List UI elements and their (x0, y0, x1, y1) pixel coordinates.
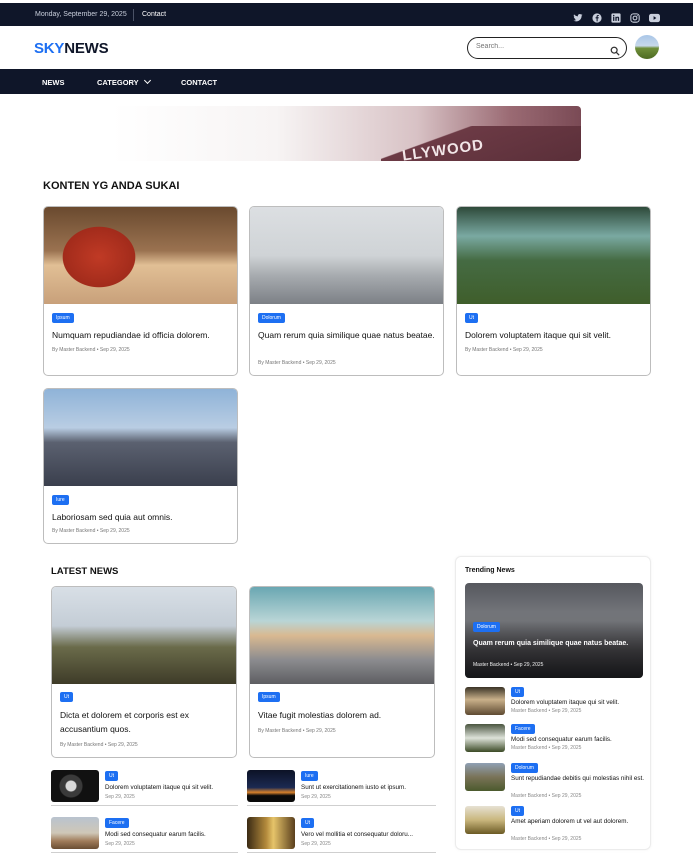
article-image (250, 207, 443, 304)
section-title: KONTEN YG ANDA SUKAI (43, 180, 180, 192)
list-item-title[interactable]: Modi sed consequatur earum facilis. (105, 831, 235, 838)
list-item[interactable]: Iure Sunt ut exercitationem iusto et ips… (247, 770, 436, 806)
logo-sky-text: SKY (34, 40, 65, 57)
top-contact-link[interactable]: Contact (142, 11, 166, 18)
category-badge[interactable]: Ut (511, 806, 524, 816)
list-item-date: Sep 29, 2025 (105, 794, 135, 800)
category-badge[interactable]: Ipsum (258, 692, 280, 702)
article-card[interactable]: Dolorum Quam rerum quia similique quae n… (249, 206, 444, 376)
list-item-thumb (51, 817, 99, 849)
category-badge[interactable]: Ipsum (52, 313, 74, 323)
category-badge[interactable]: Ut (511, 687, 524, 697)
article-meta: By Master Backend • Sep 29, 2025 (52, 347, 130, 353)
article-image (44, 207, 237, 304)
trending-item-meta: Master Backend • Sep 29, 2025 (511, 745, 582, 751)
list-item[interactable]: Ut Vero vel mollitia et consequatur dolo… (247, 817, 436, 853)
category-badge[interactable]: Facere (511, 724, 535, 734)
article-image (250, 587, 434, 684)
trending-item-thumb (465, 806, 505, 834)
list-item-date: Sep 29, 2025 (301, 794, 331, 800)
article-card[interactable]: Ipsum Numquam repudiandae id officia dol… (43, 206, 238, 376)
article-card[interactable]: Iure Laboriosam sed quia aut omnis. By M… (43, 388, 238, 544)
trending-item-thumb (465, 687, 505, 715)
nav-item-news[interactable]: NEWS (42, 78, 65, 87)
twitter-icon[interactable] (573, 10, 583, 22)
article-meta: By Master Backend • Sep 29, 2025 (465, 347, 543, 353)
nav-category-label: CATEGORY (97, 78, 139, 87)
top-bar: Monday, September 29, 2025 Contact (0, 0, 693, 26)
list-item-title[interactable]: Dolorem voluptatem itaque qui sit velit. (105, 784, 235, 791)
latest-article-card[interactable]: Ut Dicta et dolorem et corporis est ex a… (51, 586, 237, 758)
category-badge[interactable]: Ut (105, 771, 118, 781)
social-links (573, 10, 660, 23)
trending-item-meta: Master Backend • Sep 29, 2025 (511, 836, 582, 842)
article-title[interactable]: Numquam repudiandae id officia dolorem. (52, 329, 232, 342)
list-item[interactable]: Ut Dolorem voluptatem itaque qui sit vel… (51, 770, 238, 806)
article-meta: By Master Backend • Sep 29, 2025 (52, 528, 130, 534)
article-title[interactable]: Quam rerum quia similique quae natus bea… (258, 329, 438, 342)
article-image (52, 587, 236, 684)
list-item-thumb (51, 770, 99, 802)
article-title[interactable]: Vitae fugit molestias dolorem ad. (258, 708, 430, 722)
category-badge[interactable]: Ut (60, 692, 73, 702)
article-title[interactable]: Laboriosam sed quia aut omnis. (52, 511, 232, 524)
category-badge[interactable]: Dolorum (258, 313, 285, 323)
trending-item-thumb (465, 724, 505, 752)
article-title[interactable]: Dolorem voluptatem itaque qui sit velit. (465, 329, 645, 342)
search-input[interactable] (476, 43, 606, 50)
hero-title[interactable]: Quam rerum quia similique quae natus bea… (473, 638, 638, 649)
trending-item-title[interactable]: Sunt repudiandae debitis qui molestias n… (511, 775, 645, 784)
list-item-thumb (247, 770, 295, 802)
chevron-down-icon (143, 76, 151, 85)
article-card[interactable]: Ut Dolorem voluptatem itaque qui sit vel… (456, 206, 651, 376)
youtube-icon[interactable] (649, 10, 660, 23)
trending-item-title[interactable]: Modi sed consequatur earum facilis. (511, 736, 645, 745)
hero-meta: Master Backend • Sep 29, 2025 (473, 662, 544, 668)
list-item[interactable]: Facere Modi sed consequatur earum facili… (51, 817, 238, 853)
list-item-title[interactable]: Sunt ut exercitationem iusto et ipsum. (301, 784, 431, 791)
trending-item-meta: Master Backend • Sep 29, 2025 (511, 708, 582, 714)
article-meta: By Master Backend • Sep 29, 2025 (60, 742, 138, 748)
linkedin-icon[interactable] (611, 10, 621, 23)
category-badge[interactable]: Dolorum (473, 622, 500, 632)
instagram-icon[interactable] (630, 10, 640, 23)
trending-item-title[interactable]: Amet aperiam dolorem ut vel aut dolorem. (511, 818, 645, 827)
nav-item-category[interactable]: CATEGORY (97, 76, 151, 87)
article-image (457, 207, 650, 304)
category-badge[interactable]: Iure (301, 771, 318, 781)
current-date: Monday, September 29, 2025 (35, 11, 127, 18)
trending-item-title[interactable]: Dolorem voluptatem itaque qui sit velit. (511, 699, 645, 708)
category-badge[interactable]: Facere (105, 818, 129, 828)
trending-title: Trending News (465, 567, 515, 574)
article-meta: By Master Backend • Sep 29, 2025 (258, 728, 336, 734)
latest-news-title: LATEST NEWS (51, 566, 119, 577)
article-title[interactable]: Dicta et dolorem et corporis est ex accu… (60, 708, 232, 736)
site-header: SKYNEWS (0, 26, 693, 69)
search-box (467, 37, 627, 59)
list-item-title[interactable]: Vero vel mollitia et consequatur doloru.… (301, 831, 431, 838)
list-item-date: Sep 29, 2025 (301, 841, 331, 847)
divider (133, 9, 134, 21)
article-meta: By Master Backend • Sep 29, 2025 (258, 360, 336, 366)
list-item-thumb (247, 817, 295, 849)
search-icon[interactable] (610, 43, 620, 56)
nav-item-contact[interactable]: CONTACT (181, 78, 217, 87)
category-badge[interactable]: Iure (52, 495, 69, 505)
facebook-icon[interactable] (592, 10, 602, 23)
trending-hero-card[interactable]: Dolorum Quam rerum quia similique quae n… (465, 583, 643, 678)
trending-item-meta: Master Backend • Sep 29, 2025 (511, 793, 582, 799)
user-avatar[interactable] (635, 35, 659, 59)
latest-article-card[interactable]: Ipsum Vitae fugit molestias dolorem ad. … (249, 586, 435, 758)
main-nav: NEWS CATEGORY CONTACT (0, 69, 693, 94)
list-item-date: Sep 29, 2025 (105, 841, 135, 847)
category-badge[interactable]: Dolorum (511, 763, 538, 773)
site-logo[interactable]: SKYNEWS (34, 40, 109, 57)
category-badge[interactable]: Ut (465, 313, 478, 323)
logo-news-text: NEWS (64, 40, 109, 57)
trending-item-thumb (465, 763, 505, 791)
trending-panel: Trending News Dolorum Quam rerum quia si… (455, 556, 651, 850)
article-image (44, 389, 237, 486)
category-badge[interactable]: Ut (301, 818, 314, 828)
ad-banner[interactable]: LLYWOOD (112, 106, 581, 161)
